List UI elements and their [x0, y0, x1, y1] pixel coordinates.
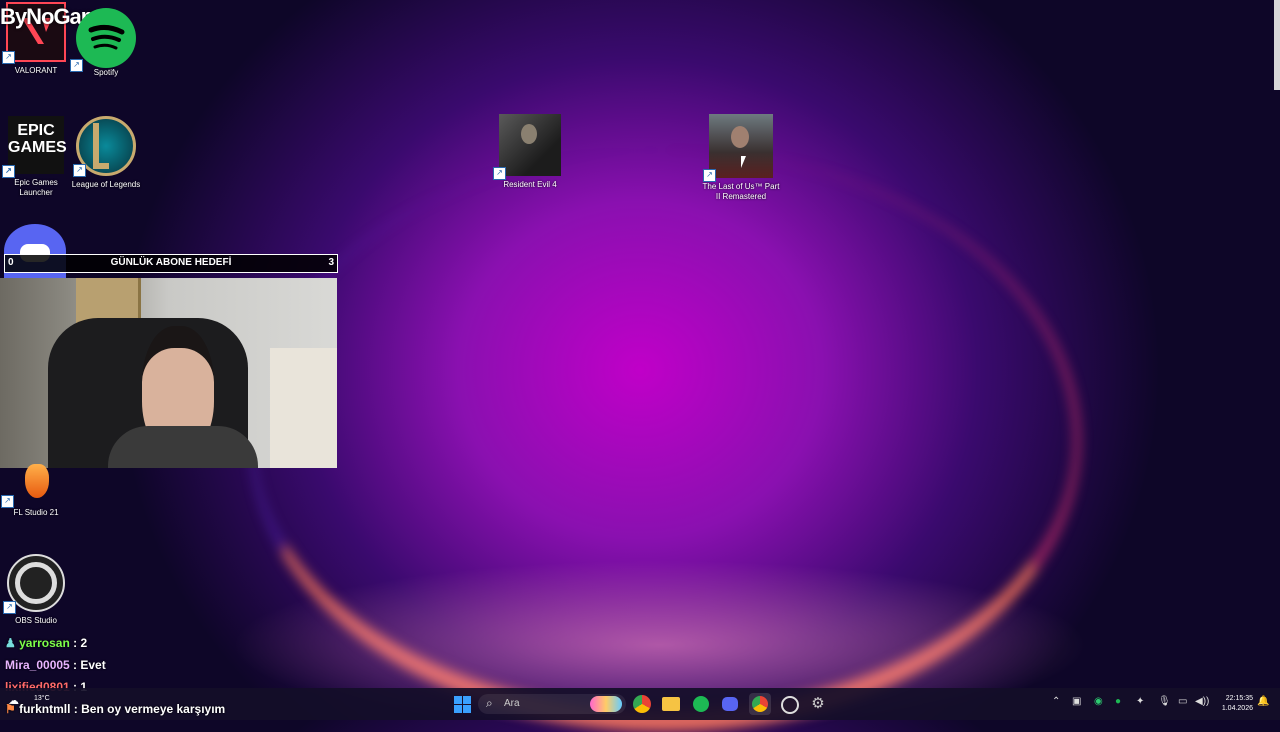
resident-evil-4-icon: ↗	[493, 114, 561, 180]
chat-username: furkntmll	[19, 702, 71, 716]
shortcut-arrow-icon: ↗	[2, 165, 15, 178]
bed	[270, 348, 337, 468]
chat-badge-icon: ⚑	[5, 702, 16, 716]
sub-goal-title: GÜNLÜK ABONE HEDEFİ	[110, 257, 232, 268]
desktop-icon-label: The Last of Us™ Part II Remastered	[702, 182, 780, 201]
chat-username: Mira_00005	[5, 658, 70, 672]
chat-username: yarrosan	[19, 636, 70, 650]
league-of-legends-icon: ↗	[73, 116, 136, 177]
chat-badge-icon: ♟	[5, 636, 16, 650]
desktop-icon-label: OBS Studio	[15, 616, 57, 625]
taskbar-chrome-active[interactable]	[749, 693, 771, 715]
tray-app-icon[interactable]: ▣	[1072, 696, 1081, 707]
desktop-icon-obs-studio[interactable]: ↗ OBS Studio	[0, 554, 72, 626]
fl-studio-icon: ↗	[1, 458, 65, 508]
desktop-icon-label: Resident Evil 4	[503, 180, 557, 189]
scrollbar[interactable]	[1274, 0, 1280, 90]
chrome-icon	[752, 696, 768, 712]
spotify-icon	[693, 696, 709, 712]
clock[interactable]: 22:15:35 1.04.2026	[1213, 694, 1253, 714]
search-placeholder: Ara	[504, 698, 520, 709]
desktop-icon-label: FL Studio 21	[13, 508, 59, 517]
desktop-icon-fl-studio[interactable]: ↗ FL Studio 21	[0, 458, 72, 518]
start-button[interactable]	[454, 696, 471, 713]
taskbar-app[interactable]: ⚙	[807, 693, 829, 715]
desktop-icon-label: League of Legends	[71, 180, 141, 189]
subscriber-goal-bar: 0 GÜNLÜK ABONE HEDEFİ 3	[4, 254, 338, 273]
obs-icon	[781, 696, 799, 714]
shortcut-arrow-icon: ↗	[70, 59, 83, 72]
taskbar-file-explorer[interactable]	[660, 693, 682, 715]
desktop-icon-label: VALORANT	[14, 66, 58, 75]
discord-icon	[722, 697, 738, 711]
chat-message: ♟ yarrosan : 2	[5, 636, 87, 650]
desktop-icon-epic-games[interactable]: EPIC GAMES ↗ Epic Games Launcher	[0, 116, 72, 198]
taskbar-chrome[interactable]	[631, 693, 653, 715]
tray-spotify-icon[interactable]: ●	[1115, 696, 1121, 707]
shortcut-arrow-icon: ↗	[493, 167, 506, 180]
last-of-us-icon: ↗	[703, 114, 773, 182]
desktop-icon-spotify[interactable]: ↗ Spotify	[70, 8, 142, 78]
search-icon: ⌕	[486, 696, 493, 710]
search-highlight-icon	[590, 696, 622, 712]
tray-steam-icon[interactable]: ✦	[1136, 696, 1144, 707]
mouse-cursor-icon	[741, 156, 746, 168]
shortcut-arrow-icon: ↗	[1, 495, 14, 508]
taskbar-search[interactable]: ⌕ Ara	[478, 694, 626, 714]
taskbar-obs[interactable]	[778, 693, 800, 715]
tray-shield-icon[interactable]: ◉	[1094, 696, 1103, 707]
streamer-shirt	[108, 426, 258, 468]
clock-time: 22:15:35	[1225, 695, 1253, 702]
webcam-feed	[0, 278, 337, 468]
microphone-icon[interactable]: 🎙	[1158, 696, 1171, 707]
windows-icon	[454, 696, 471, 713]
taskbar-spotify[interactable]	[690, 693, 712, 715]
desktop-icon-league-of-legends[interactable]: ↗ League of Legends	[70, 116, 142, 190]
chat-message: Mira_00005 : Evet	[5, 658, 106, 672]
gear-icon: ⚙	[811, 695, 825, 712]
chat-text: : Ben oy vermeye karşıyım	[70, 702, 226, 716]
network-icon[interactable]: ▭	[1178, 696, 1187, 707]
spotify-icon: ↗	[70, 8, 136, 72]
clock-date: 1.04.2026	[1221, 705, 1253, 712]
taskbar-discord[interactable]	[719, 693, 741, 715]
shortcut-arrow-icon: ↗	[3, 601, 16, 614]
shortcut-arrow-icon: ↗	[703, 169, 716, 182]
chevron-up-icon[interactable]: ⌃	[1052, 696, 1060, 707]
desktop-icon-resident-evil-4[interactable]: ↗ Resident Evil 4	[493, 114, 566, 190]
chat-text: : 2	[69, 636, 88, 650]
notification-bell-icon[interactable]: 🔔	[1257, 696, 1269, 707]
desktop-icon-label: Epic Games Launcher	[14, 178, 58, 197]
volume-icon[interactable]: ◀))	[1195, 696, 1209, 707]
chrome-icon	[633, 695, 651, 713]
epic-logo-text: EPIC GAMES	[8, 122, 67, 156]
shortcut-arrow-icon: ↗	[2, 51, 15, 64]
epic-games-icon: EPIC GAMES ↗	[2, 116, 67, 178]
folder-icon	[662, 697, 680, 711]
sub-goal-target: 3	[328, 257, 334, 268]
chat-message: ⚑ furkntmll : Ben oy vermeye karşıyım	[5, 702, 225, 716]
shortcut-arrow-icon: ↗	[73, 164, 86, 177]
obs-studio-icon: ↗	[3, 554, 65, 614]
weather-temp: 13°C	[34, 695, 50, 702]
chat-text: : Evet	[69, 658, 106, 672]
